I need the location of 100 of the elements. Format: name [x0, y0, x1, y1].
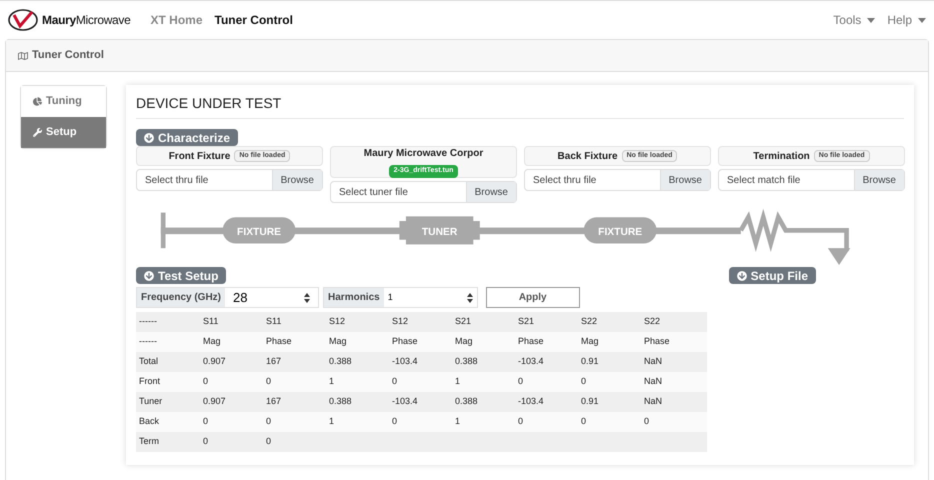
table-cell: NaN — [644, 356, 662, 366]
table-cell: 0.91 — [581, 396, 599, 406]
table-cell: 0.388 — [455, 396, 478, 406]
spinner-icon — [304, 292, 310, 302]
file-block-title: Front Fixture — [168, 150, 230, 164]
table-cell: ------ — [139, 316, 157, 326]
table-cell: 1 — [329, 416, 334, 426]
table-cell: 0 — [581, 416, 586, 426]
table-cell: 0 — [392, 416, 398, 426]
browse-button[interactable]: Browse — [660, 170, 710, 190]
harmonics-value: 1 — [388, 290, 393, 304]
table-cell: 167 — [266, 356, 282, 366]
file-path-input[interactable]: Select match file — [719, 170, 854, 190]
nav-link[interactable]: Tuner Control — [214, 11, 293, 29]
map-icon — [18, 50, 28, 60]
table-cell: Total — [139, 356, 158, 366]
browse-button[interactable]: Browse — [272, 170, 322, 190]
table-cell: S22 — [581, 316, 598, 326]
table-cell: 0.388 — [329, 396, 352, 406]
file-path-input[interactable]: Select tuner file — [331, 182, 466, 202]
file-path-input[interactable]: Select thru file — [525, 170, 660, 190]
table-cell: -103.4 — [518, 356, 544, 366]
file-input-field[interactable]: Select thru file Browse — [136, 169, 323, 191]
table-cell: S12 — [392, 316, 408, 326]
table-cell: NaN — [644, 396, 662, 406]
tuner-label: TUNER — [422, 227, 458, 238]
file-input-field[interactable]: Select thru file Browse — [524, 169, 711, 191]
table-cell: 0 — [644, 416, 650, 426]
table-cell: Tuner — [139, 396, 162, 406]
table-cell: 0 — [518, 376, 524, 386]
table-cell: Mag — [581, 336, 599, 346]
table-cell: Phase — [266, 336, 292, 346]
dropdown-menu[interactable]: Tools — [833, 11, 876, 29]
harmonics-select[interactable]: Harmonics 1 — [323, 287, 478, 308]
section-heading: DEVICE UNDER TEST — [136, 93, 904, 119]
table-cell: Term — [139, 436, 159, 446]
table-cell: -103.4 — [392, 356, 418, 366]
table-cell: 167 — [266, 396, 282, 406]
table-cell: Mag — [455, 336, 473, 346]
fixture-label: FIXTURE — [598, 227, 642, 238]
table-cell: 0 — [203, 436, 208, 446]
test-setup-button[interactable]: Test Setup — [136, 267, 226, 284]
table-cell: 0 — [392, 376, 398, 386]
apply-button[interactable]: Apply — [486, 287, 580, 308]
spinner-icon — [466, 292, 473, 302]
table-cell: 0.907 — [203, 396, 226, 406]
nav-link[interactable]: XT Home — [150, 11, 203, 29]
table-cell: Back — [139, 416, 160, 426]
browse-button[interactable]: Browse — [854, 170, 904, 190]
table-cell: -103.4 — [518, 396, 544, 406]
table-cell: 0 — [518, 416, 524, 426]
table-cell: S22 — [644, 316, 660, 326]
setup-file-button[interactable]: Setup File — [728, 267, 816, 284]
sidebar-tab[interactable]: Setup — [21, 117, 106, 148]
table-cell: 0 — [266, 376, 272, 386]
table-cell: S21 — [455, 316, 472, 326]
harmonics-label: Harmonics — [324, 288, 384, 307]
table-cell: 0.907 — [203, 356, 226, 366]
card-title: Tuner Control — [32, 48, 104, 64]
pie-chart-icon — [33, 97, 42, 106]
table-cell: 0 — [266, 436, 272, 446]
table-cell: Phase — [644, 336, 670, 346]
brand-name[interactable]: MauryMicrowave — [42, 11, 131, 29]
table-cell: Phase — [392, 336, 418, 346]
table-cell: Mag — [329, 336, 347, 346]
dropdown-menu[interactable]: Help — [887, 11, 926, 29]
table-cell: 0 — [203, 376, 208, 386]
table-cell: NaN — [644, 376, 662, 386]
table-cell: 1 — [329, 376, 334, 386]
wrench-icon — [33, 128, 42, 137]
table-cell: S11 — [203, 316, 218, 326]
frequency-value: 28 — [233, 288, 248, 307]
frequency-select[interactable]: Frequency (GHz) 28 — [136, 287, 320, 308]
table-cell: 1 — [455, 416, 460, 426]
file-block-title: Termination — [753, 150, 810, 164]
frequency-label: Frequency (GHz) — [137, 288, 226, 307]
table-cell: 0 — [581, 376, 586, 386]
caret-icon — [867, 18, 876, 22]
file-block-title: Maury Microwave Corpor — [364, 147, 484, 162]
circle-arrow-icon — [736, 270, 747, 280]
fixture-label: FIXTURE — [237, 227, 282, 238]
characterize-button[interactable]: Characterize — [136, 129, 238, 146]
table-cell: S21 — [518, 316, 534, 326]
table-cell: 0 — [266, 416, 272, 426]
file-input-field[interactable]: Select tuner file Browse — [330, 181, 517, 203]
table-cell: 0.91 — [581, 356, 599, 366]
table-cell: S11 — [266, 316, 282, 326]
table-cell: Mag — [203, 336, 221, 346]
caret-icon — [918, 18, 926, 22]
circle-arrow-icon — [144, 270, 154, 280]
browse-button[interactable]: Browse — [466, 182, 516, 202]
table-cell: 0 — [203, 416, 208, 426]
table-cell: 0.388 — [329, 356, 352, 366]
file-path-input[interactable]: Select thru file — [137, 170, 272, 190]
table-cell: S12 — [329, 316, 346, 326]
circle-arrow-icon — [144, 132, 154, 142]
logo-icon — [8, 9, 38, 31]
table-cell: 0.388 — [455, 356, 478, 366]
file-input-field[interactable]: Select match file Browse — [718, 169, 905, 191]
table-cell: -103.4 — [392, 396, 418, 406]
